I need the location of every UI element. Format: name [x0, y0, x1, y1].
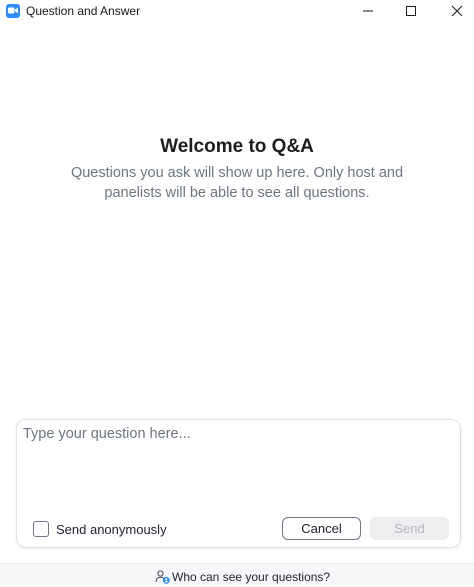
minimize-icon	[363, 10, 373, 12]
maximize-icon	[406, 6, 416, 16]
who-can-see-questions-text[interactable]: Who can see your questions?	[172, 570, 330, 584]
welcome-description: Questions you ask will show up here. Onl…	[70, 165, 404, 201]
question-composer: Send anonymously Cancel Send	[16, 419, 461, 548]
zoom-camera-icon	[6, 4, 20, 18]
maximize-button[interactable]	[388, 0, 434, 22]
cancel-button[interactable]: Cancel	[282, 517, 361, 540]
window-title: Question and Answer	[26, 4, 141, 18]
send-anonymously-checkbox[interactable]	[33, 521, 49, 537]
question-input[interactable]	[23, 426, 453, 512]
send-button[interactable]: Send	[370, 517, 449, 540]
send-anonymously-label[interactable]: Send anonymously	[56, 522, 167, 537]
minimize-button[interactable]	[345, 0, 391, 22]
close-button[interactable]	[434, 0, 474, 22]
people-icon	[155, 570, 170, 584]
welcome-title: Welcome to Q&A	[160, 136, 314, 157]
title-bar: Question and Answer	[0, 0, 474, 22]
footer-bar: Who can see your questions?	[0, 563, 474, 587]
close-icon	[451, 5, 463, 17]
